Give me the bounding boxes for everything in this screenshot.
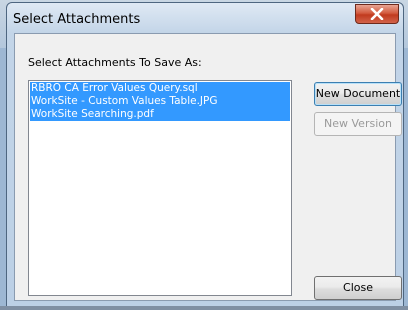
list-item[interactable]: WorkSite - Custom Values Table.JPG <box>30 95 290 108</box>
dialog-client-area: Select Attachments To Save As: RBRO CA E… <box>14 33 402 301</box>
list-item[interactable]: WorkSite Searching.pdf <box>30 108 290 121</box>
new-document-button[interactable]: New Document <box>314 82 402 106</box>
new-version-button[interactable]: New Version <box>314 112 402 136</box>
list-item[interactable]: RBRO CA Error Values Query.sql <box>30 82 290 95</box>
title-close-button[interactable] <box>355 4 399 24</box>
prompt-label: Select Attachments To Save As: <box>28 56 202 69</box>
close-button[interactable]: Close <box>314 276 402 300</box>
dialog-title: Select Attachments <box>13 12 141 27</box>
window-bottom-edge <box>0 306 408 310</box>
attachments-listbox[interactable]: RBRO CA Error Values Query.sql WorkSite … <box>28 80 292 296</box>
close-icon <box>370 8 384 20</box>
select-attachments-dialog: Select Attachments Select Attachments To… <box>6 2 404 308</box>
title-bar[interactable]: Select Attachments <box>7 3 403 33</box>
